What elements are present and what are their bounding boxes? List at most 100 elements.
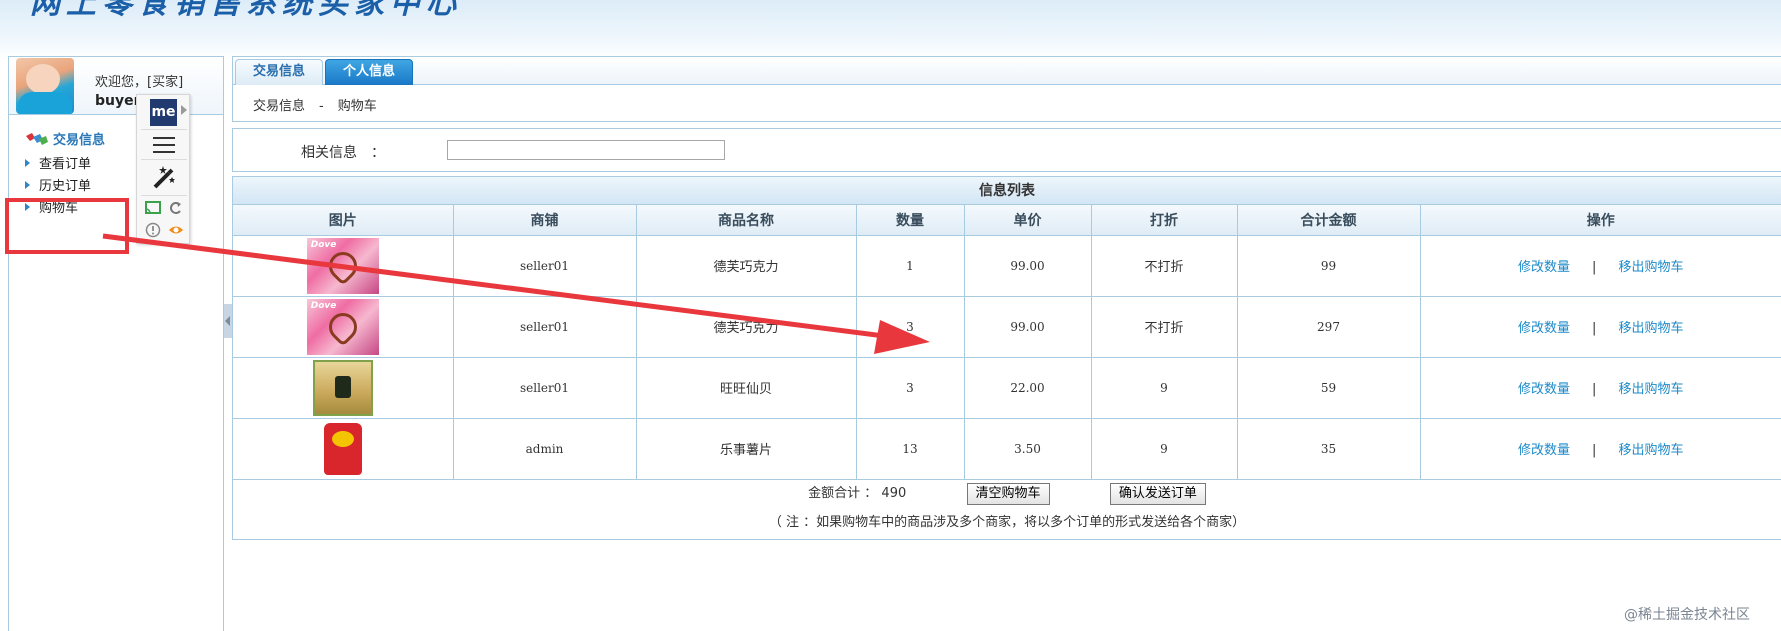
extension-row-two xyxy=(145,222,183,238)
product-name-cell: 乐事薯片 xyxy=(636,418,857,480)
unit-price-cell: 22.00 xyxy=(964,357,1092,419)
table-row: Dove seller01 德芙巧克力 3 99.00 不打折 297 修改数量… xyxy=(233,296,1781,358)
eye-icon[interactable] xyxy=(169,226,183,234)
trade-icon xyxy=(26,133,48,145)
sidebar-item-label: 查看订单 xyxy=(39,157,92,172)
tabs-panel: 交易信息 个人信息 交易信息 - 购物车 xyxy=(232,56,1781,122)
remove-from-cart-link[interactable]: 移出购物车 xyxy=(1618,382,1683,397)
cart-list-panel: 信息列表 图片 商铺 商品名称 数量 单价 打折 合计金额 操作 Dove se… xyxy=(232,176,1781,540)
table-row: admin 乐事薯片 13 3.50 9 35 修改数量 | 移出购物车 xyxy=(233,418,1781,480)
hamburger-menu-icon[interactable] xyxy=(153,137,175,153)
breadcrumb-current: 购物车 xyxy=(337,99,377,114)
column-header-actions: 操作 xyxy=(1420,205,1781,236)
action-separator: | xyxy=(1592,321,1597,336)
quantity-cell: 1 xyxy=(856,235,965,297)
edit-quantity-link[interactable]: 修改数量 xyxy=(1518,321,1570,336)
shop-cell: seller01 xyxy=(453,235,637,297)
warning-icon[interactable] xyxy=(145,222,161,238)
sidebar-item-history-orders[interactable]: 历史订单 xyxy=(25,175,92,194)
product-name-cell: 旺旺仙贝 xyxy=(636,357,857,419)
lays-chips-image xyxy=(317,420,368,477)
username: buyer xyxy=(95,93,141,109)
extension-row-one xyxy=(145,201,181,214)
product-image-cell xyxy=(233,357,454,419)
sidebar-section-title[interactable]: 交易信息 xyxy=(25,129,105,149)
total-cell: 59 xyxy=(1237,357,1421,419)
shop-cell: seller01 xyxy=(453,357,637,419)
column-header-unit-price: 单价 xyxy=(964,205,1092,236)
filter-label: 相关信息 ： xyxy=(301,145,385,161)
total-cell: 297 xyxy=(1237,296,1421,358)
list-title: 信息列表 xyxy=(233,177,1781,205)
cast-icon[interactable] xyxy=(145,201,161,214)
remove-from-cart-link[interactable]: 移出购物车 xyxy=(1618,443,1683,458)
column-header-image: 图片 xyxy=(233,205,454,236)
triangle-right-icon xyxy=(25,159,30,167)
watermark: @稀土掘金技术社区 xyxy=(1624,607,1750,623)
wangwang-rice-cracker-image xyxy=(312,359,373,416)
breadcrumb: 交易信息 - 购物车 xyxy=(253,95,391,114)
edit-quantity-link[interactable]: 修改数量 xyxy=(1518,260,1570,275)
tab-strip: 交易信息 个人信息 xyxy=(233,57,1781,85)
quantity-cell: 13 xyxy=(856,418,965,480)
column-header-quantity: 数量 xyxy=(856,205,965,236)
edit-quantity-link[interactable]: 修改数量 xyxy=(1518,382,1570,397)
confirm-send-order-button[interactable]: 确认发送订单 xyxy=(1109,482,1206,505)
triangle-right-icon xyxy=(25,181,30,189)
product-image-cell xyxy=(233,418,454,480)
dove-chocolate-image: Dove xyxy=(306,237,379,294)
breadcrumb-separator: - xyxy=(319,99,324,114)
actions-cell: 修改数量 | 移出购物车 xyxy=(1420,296,1781,358)
product-name-cell: 德芙巧克力 xyxy=(636,296,857,358)
cart-note: （ 注 ：如果购物车中的商品涉及多个商家，将以多个订单的形式发送给各个商家） xyxy=(768,515,1246,530)
actions-cell: 修改数量 | 移出购物车 xyxy=(1420,418,1781,480)
edit-quantity-link[interactable]: 修改数量 xyxy=(1518,443,1570,458)
divider xyxy=(141,195,187,196)
collapse-arrow-icon xyxy=(225,316,230,326)
quantity-cell: 3 xyxy=(856,357,965,419)
product-image-cell: Dove xyxy=(233,235,454,297)
table-header-row: 图片 商铺 商品名称 数量 单价 打折 合计金额 操作 xyxy=(233,205,1781,236)
dove-chocolate-image: Dove xyxy=(306,298,379,355)
breadcrumb-first[interactable]: 交易信息 xyxy=(253,99,305,114)
action-separator: | xyxy=(1592,260,1597,275)
sidebar-item-view-orders[interactable]: 查看订单 xyxy=(25,153,92,172)
column-header-total: 合计金额 xyxy=(1237,205,1421,236)
shop-cell: admin xyxy=(453,418,637,480)
actions-cell: 修改数量 | 移出购物车 xyxy=(1420,357,1781,419)
sidebar-collapse-handle[interactable] xyxy=(224,304,232,338)
tab-trade-info[interactable]: 交易信息 xyxy=(235,59,323,85)
annotation-highlight-box xyxy=(5,198,129,254)
action-separator: | xyxy=(1592,443,1597,458)
sidebar: 欢迎您，[买家] buyer 交易信息 查看订单 历史订单 购物车 xyxy=(8,56,224,631)
refresh-icon[interactable] xyxy=(170,202,181,214)
product-image-cell: Dove xyxy=(233,296,454,358)
sidebar-item-label: 历史订单 xyxy=(39,179,92,194)
total-amount: 金额合计 ： 490 xyxy=(808,486,907,501)
tab-personal-info[interactable]: 个人信息 xyxy=(325,59,413,85)
sidebar-section-label: 交易信息 xyxy=(53,133,106,148)
product-name-cell: 德芙巧克力 xyxy=(636,235,857,297)
magic-wand-icon[interactable] xyxy=(149,163,177,191)
total-cell: 99 xyxy=(1237,235,1421,297)
cart-summary: 金额合计 ： 490 清空购物车 确认发送订单 xyxy=(233,482,1781,505)
actions-cell: 修改数量 | 移出购物车 xyxy=(1420,235,1781,297)
related-info-input[interactable] xyxy=(447,140,725,160)
discount-cell: 不打折 xyxy=(1091,296,1238,358)
discount-cell: 不打折 xyxy=(1091,235,1238,297)
clear-cart-button[interactable]: 清空购物车 xyxy=(966,482,1050,505)
quantity-cell: 3 xyxy=(856,296,965,358)
cart-table: 图片 商铺 商品名称 数量 单价 打折 合计金额 操作 Dove seller0… xyxy=(233,205,1781,480)
column-header-shop: 商铺 xyxy=(453,205,637,236)
remove-from-cart-link[interactable]: 移出购物车 xyxy=(1618,260,1683,275)
extension-logo-button[interactable]: me xyxy=(150,99,177,126)
discount-cell: 9 xyxy=(1091,418,1238,480)
unit-price-cell: 3.50 xyxy=(964,418,1092,480)
banner-title: 网上零食销售系统买家中心 xyxy=(30,0,462,21)
welcome-text: 欢迎您，[买家] xyxy=(95,75,184,90)
table-row: Dove seller01 德芙巧克力 1 99.00 不打折 99 修改数量 |… xyxy=(233,235,1781,297)
column-header-discount: 打折 xyxy=(1091,205,1238,236)
unit-price-cell: 99.00 xyxy=(964,235,1092,297)
remove-from-cart-link[interactable]: 移出购物车 xyxy=(1618,321,1683,336)
expand-caret-icon[interactable] xyxy=(181,105,187,115)
